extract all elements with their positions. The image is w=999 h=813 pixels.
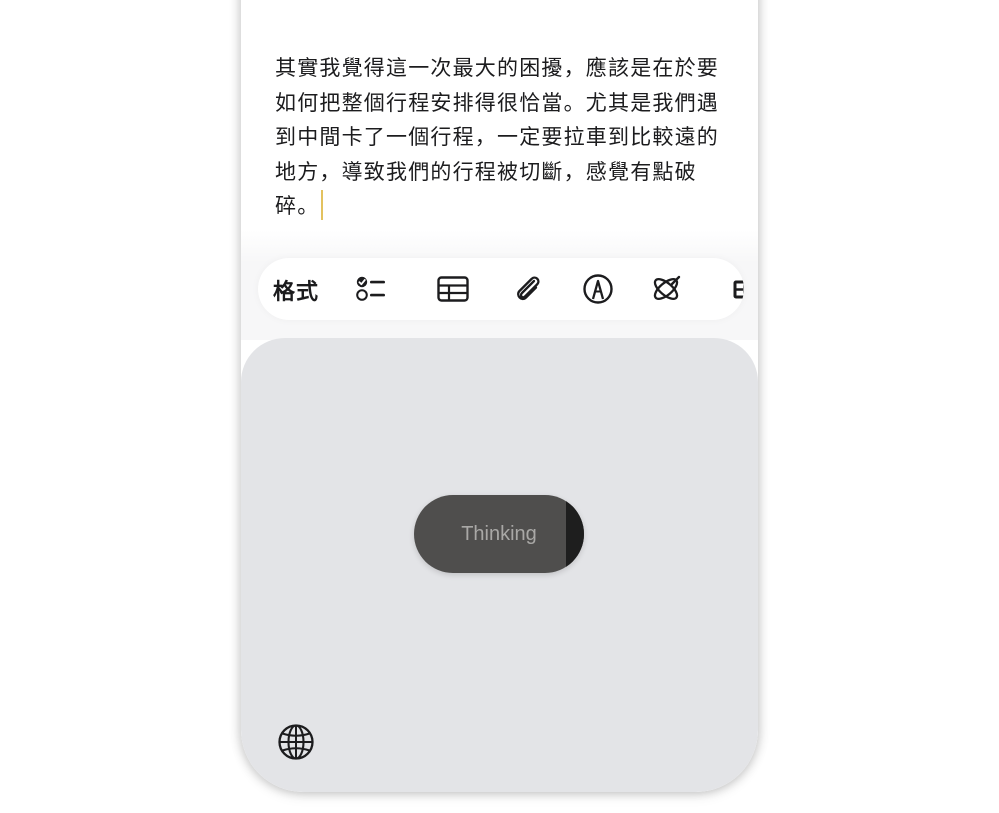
checklist-icon[interactable] [354, 272, 388, 306]
keyboard-area: Thinking [241, 338, 758, 792]
screen: 其實我覺得這一次最大的困擾，應該是在於要如何把整個行程安排得很恰當。尤其是我們遇… [0, 0, 999, 813]
thinking-label: Thinking [461, 523, 537, 545]
formatting-toolbar: 格式 [258, 258, 744, 320]
thinking-indicator: Thinking [414, 495, 584, 573]
format-button[interactable]: 格式 [273, 274, 319, 306]
note-body-text: 其實我覺得這一次最大的困擾，應該是在於要如何把整個行程安排得很恰當。尤其是我們遇… [275, 56, 719, 218]
paperclip-icon[interactable] [511, 272, 545, 306]
more-icon[interactable] [724, 272, 744, 306]
markup-pen-icon[interactable] [581, 272, 615, 306]
table-icon[interactable] [436, 272, 470, 306]
writing-tools-icon[interactable] [650, 272, 684, 306]
globe-icon[interactable] [277, 723, 315, 761]
note-editor[interactable]: 其實我覺得這一次最大的困擾，應該是在於要如何把整個行程安排得很恰當。尤其是我們遇… [275, 51, 735, 224]
phone-frame: 其實我覺得這一次最大的困擾，應該是在於要如何把整個行程安排得很恰當。尤其是我們遇… [241, 0, 758, 792]
text-caret [321, 190, 324, 220]
